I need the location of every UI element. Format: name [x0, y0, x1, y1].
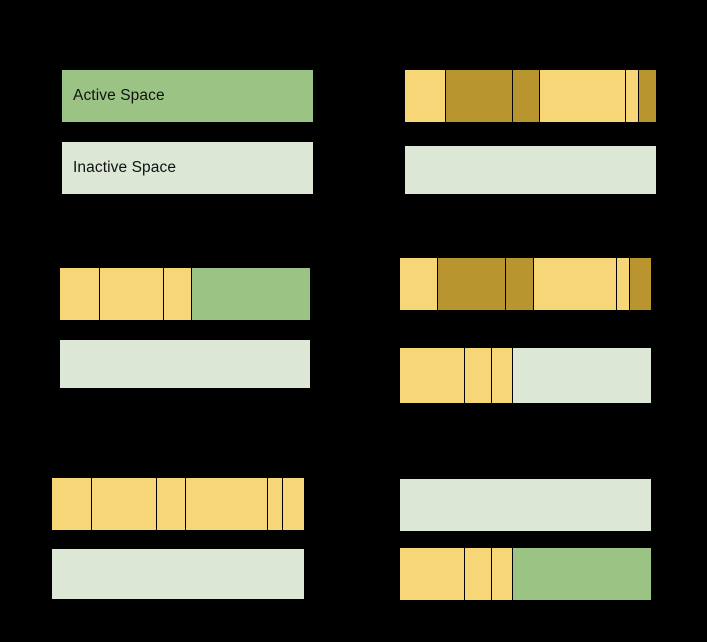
- bar-segment: [192, 268, 310, 320]
- bar-segment: [405, 70, 446, 122]
- bar-segment: [513, 70, 540, 122]
- legend-swatch-active-space: Active Space: [62, 70, 313, 122]
- bar-segment: [400, 348, 465, 403]
- bar-bot-left-inactive: [52, 549, 304, 599]
- bar-segment: [60, 340, 310, 388]
- bar-mid-left-inactive: [60, 340, 310, 388]
- bar-segment: [506, 258, 534, 310]
- bar-segment: [465, 348, 492, 403]
- bar-segment: [639, 70, 656, 122]
- bar-segment: [405, 146, 656, 194]
- bar-segment: [400, 479, 651, 531]
- bar-segment: [438, 258, 506, 310]
- bar-segment: [400, 548, 465, 600]
- bar-segment: [52, 478, 92, 530]
- bar-segment: [630, 258, 651, 310]
- legend-swatch-inactive-space: Inactive Space: [62, 142, 313, 194]
- bar-segment: [513, 348, 651, 403]
- bar-segment: [164, 268, 192, 320]
- bar-segment: [617, 258, 630, 310]
- bar-segment: [492, 348, 513, 403]
- bar-segment: [268, 478, 283, 530]
- chart-canvas: Active Space Inactive Space: [0, 0, 707, 642]
- bar-segment: [465, 548, 492, 600]
- bar-segment: [60, 268, 100, 320]
- bar-segment: [92, 478, 157, 530]
- bar-segment: [100, 268, 164, 320]
- bar-segment: [157, 478, 186, 530]
- bar-segment: [283, 478, 304, 530]
- bar-bot-right-active: [400, 479, 651, 531]
- bar-segment: [400, 258, 438, 310]
- legend-label-inactive-space: Inactive Space: [73, 159, 177, 176]
- bar-bot-left-active: [52, 478, 304, 530]
- bar-segment: [626, 70, 639, 122]
- bar-segment: [513, 548, 651, 600]
- bar-top-right-active: [405, 70, 656, 122]
- bar-mid-right-active: [400, 258, 651, 310]
- bar-segment: [492, 548, 513, 600]
- bar-segment: [540, 70, 626, 122]
- bar-segment: [446, 70, 513, 122]
- bar-segment: [186, 478, 268, 530]
- bar-segment: [534, 258, 617, 310]
- bar-top-right-inactive: [405, 146, 656, 194]
- bar-mid-left-active: [60, 268, 310, 320]
- bar-bot-right-inactive: [400, 548, 651, 600]
- legend-label-active-space: Active Space: [73, 87, 165, 104]
- bar-mid-right-inactive: [400, 348, 651, 403]
- bar-segment: [52, 549, 304, 599]
